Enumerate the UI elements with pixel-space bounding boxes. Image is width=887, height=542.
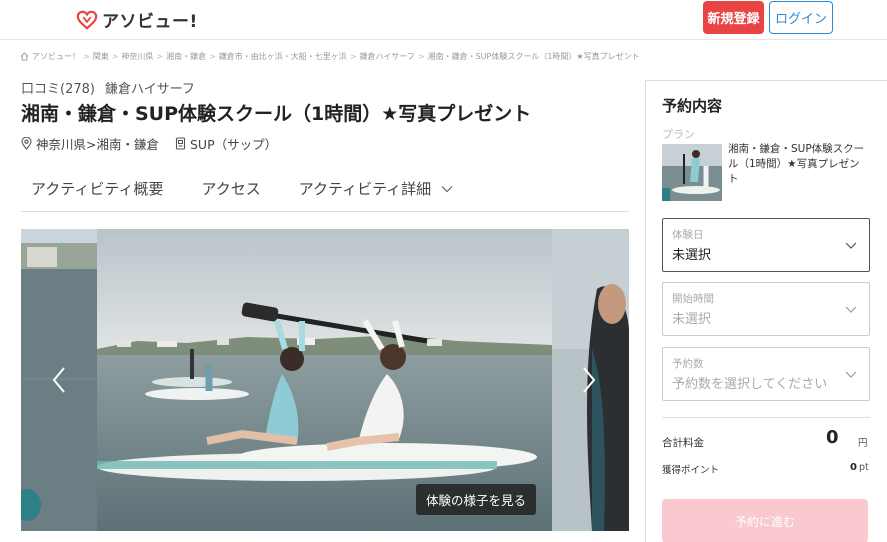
breadcrumb-item[interactable]: 鎌倉ハイサーフ xyxy=(360,51,415,62)
provider-link[interactable]: 鎌倉ハイサーフ xyxy=(105,82,195,97)
breadcrumb-separator-icon: > xyxy=(111,52,119,61)
breadcrumb-separator-icon: > xyxy=(209,52,216,61)
register-button[interactable]: 新規登録 xyxy=(703,1,764,34)
location-link[interactable]: 神奈川県>湘南・鎌倉 xyxy=(36,134,159,153)
total-price-label: 合計料金 xyxy=(662,437,704,449)
breadcrumb-separator-icon: > xyxy=(156,52,164,61)
site-header: アソビュー! 新規登録 ログイン xyxy=(0,0,887,40)
breadcrumb-separator-icon: > xyxy=(83,52,90,61)
activity-meta: 神奈川県>湘南・鎌倉 SUP（サップ） xyxy=(21,134,277,153)
plan-thumbnail xyxy=(662,144,722,201)
breadcrumb-separator-icon: > xyxy=(349,52,357,61)
chevron-down-icon xyxy=(441,185,453,192)
breadcrumb-current: 湘南・鎌倉・SUP体験スクール（1時間）★写真プレゼント xyxy=(427,52,640,61)
total-price-unit: 円 xyxy=(858,438,868,449)
date-select-value: 未選択 xyxy=(672,248,712,263)
plan-label: プラン xyxy=(662,128,695,141)
start-time-select-value: 未選択 xyxy=(672,312,712,327)
breadcrumb: アソビュー！ > 関東 > 神奈川県 > 湘南・鎌倉 > 鎌倉市・由比ヶ浜・大船・七里ヶ… xyxy=(20,51,640,62)
breadcrumb-item[interactable]: 神奈川県 xyxy=(121,51,153,62)
chevron-left-icon xyxy=(52,367,65,393)
activity-tabs: アクティビティ概要 アクセス アクティビティ詳細 xyxy=(21,166,629,212)
tab-access[interactable]: アクセス xyxy=(191,178,270,199)
chevron-down-icon xyxy=(845,306,857,313)
tab-overview[interactable]: アクティビティ概要 xyxy=(21,178,173,199)
heart-logo-icon xyxy=(76,10,98,30)
plan-name[interactable]: 湘南・鎌倉・SUP体験スクール（1時間）★写真プレゼント xyxy=(728,142,870,187)
points-unit: pt xyxy=(859,462,869,473)
reservation-title: 予約内容 xyxy=(662,97,723,115)
tab-details[interactable]: アクティビティ詳細 xyxy=(289,178,463,199)
carousel-prev-button[interactable] xyxy=(47,363,71,397)
logo-text: アソビュー! xyxy=(102,12,198,32)
home-icon xyxy=(20,52,29,61)
breadcrumb-item[interactable]: 関東 xyxy=(93,51,109,62)
breadcrumb-item[interactable]: 鎌倉市・由比ヶ浜・大船・七里ヶ浜 xyxy=(219,51,347,62)
view-photos-button[interactable]: 体験の様子を見る xyxy=(416,484,536,515)
tab-details-label: アクティビティ詳細 xyxy=(298,180,432,198)
login-button[interactable]: ログイン xyxy=(769,1,833,34)
panel-divider xyxy=(662,417,870,418)
map-pin-icon xyxy=(21,137,32,150)
chevron-down-icon xyxy=(845,242,857,249)
proceed-to-booking-button[interactable]: 予約に進む xyxy=(662,499,868,542)
site-logo[interactable]: アソビュー! xyxy=(76,7,198,32)
date-select[interactable]: 体験日 未選択 xyxy=(662,218,870,272)
chevron-right-icon xyxy=(583,367,596,393)
booking-count-select-label: 予約数 xyxy=(672,358,704,370)
chevron-down-icon xyxy=(845,371,857,378)
category-meta: SUP（サップ） xyxy=(175,134,277,153)
page-title: 湘南・鎌倉・SUP体験スクール（1時間）★写真プレゼント xyxy=(21,103,532,125)
tag-icon xyxy=(175,137,186,150)
review-line: 口コミ(278) 鎌倉ハイサーフ xyxy=(21,78,195,97)
date-select-label: 体験日 xyxy=(672,229,704,241)
review-count-link[interactable]: 口コミ(278) xyxy=(21,82,95,97)
carousel-next-button[interactable] xyxy=(577,363,601,397)
breadcrumb-separator-icon: > xyxy=(417,52,425,61)
breadcrumb-item[interactable]: 湘南・鎌倉 xyxy=(166,51,206,62)
location-meta: 神奈川県>湘南・鎌倉 xyxy=(21,134,159,153)
start-time-select-label: 開始時間 xyxy=(672,293,714,305)
photo-carousel: 体験の様子を見る xyxy=(21,229,629,531)
total-price-value: 0 xyxy=(826,427,839,448)
booking-count-select-placeholder: 予約数を選択してください xyxy=(672,377,828,392)
reservation-panel: 予約内容 プラン 湘南・鎌倉・SUP体験スクール（1時間）★写真プレゼント 体験… xyxy=(645,80,887,542)
points-value: 0 xyxy=(850,462,857,473)
breadcrumb-item[interactable]: アソビュー！ xyxy=(32,51,80,62)
points-label: 獲得ポイント xyxy=(662,465,720,476)
start-time-select[interactable]: 開始時間 未選択 xyxy=(662,282,870,336)
booking-count-select[interactable]: 予約数 予約数を選択してください xyxy=(662,347,870,401)
category-link[interactable]: SUP（サップ） xyxy=(190,134,277,153)
